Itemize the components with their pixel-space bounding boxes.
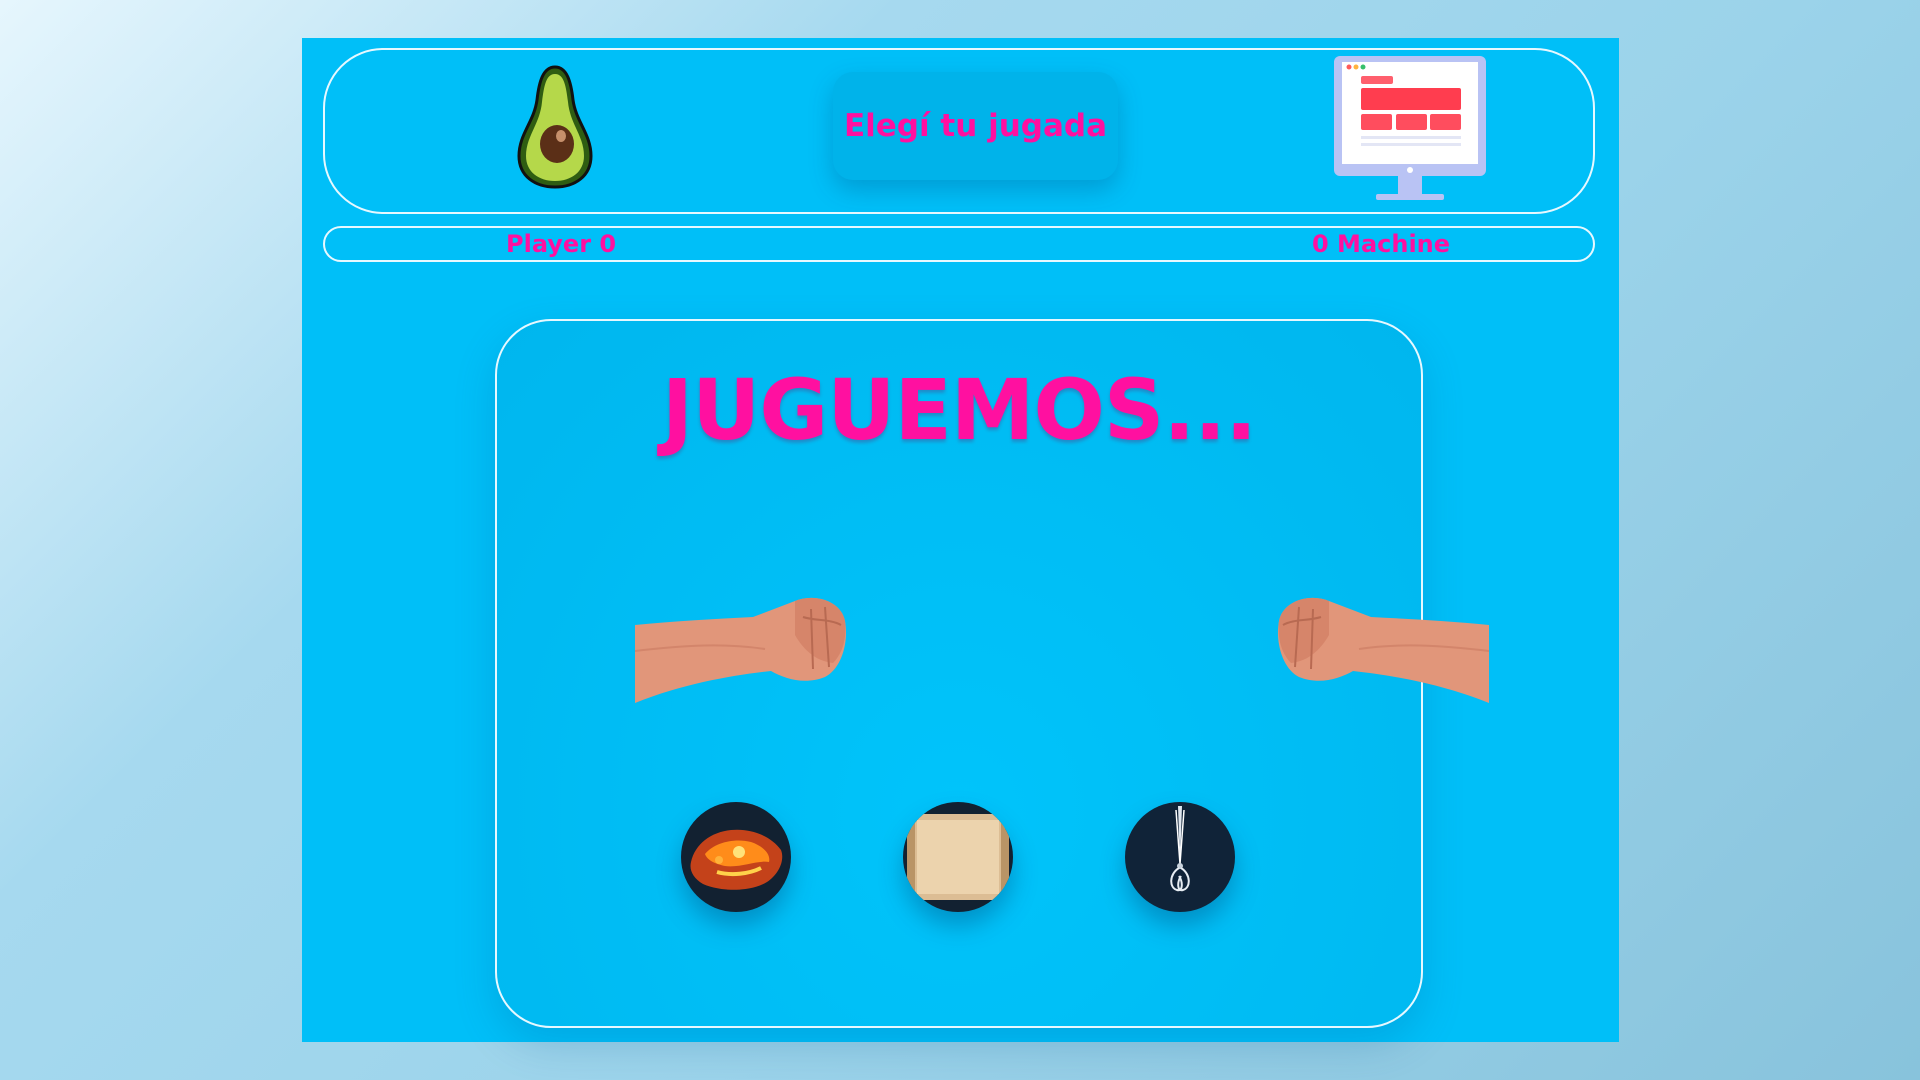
player-score: Player 0 <box>506 230 617 258</box>
game-title: JUGUEMOS... <box>661 361 1257 459</box>
prompt-label: Elegí tu jugada <box>833 72 1118 180</box>
rock-icon <box>690 829 783 890</box>
machine-score: 0 Machine <box>1312 230 1451 258</box>
computer-monitor-icon <box>1334 56 1486 200</box>
scoreboard: Player 0 0 Machine <box>323 226 1595 262</box>
avocado-icon <box>517 65 593 189</box>
game-board: JUGUEMOS... <box>495 319 1489 1028</box>
scissors-button[interactable] <box>1125 802 1235 912</box>
scissors-icon <box>1170 806 1190 892</box>
machine-fist-icon <box>1277 597 1489 703</box>
game-header: Elegí tu jugada <box>323 48 1595 214</box>
rock-button[interactable] <box>681 802 791 912</box>
paper-icon <box>907 812 1009 902</box>
game-stage: Elegí tu jugada Player 0 0 Machine JUGUE… <box>302 38 1619 1042</box>
player-fist-icon <box>635 597 847 703</box>
paper-button[interactable] <box>903 802 1013 912</box>
